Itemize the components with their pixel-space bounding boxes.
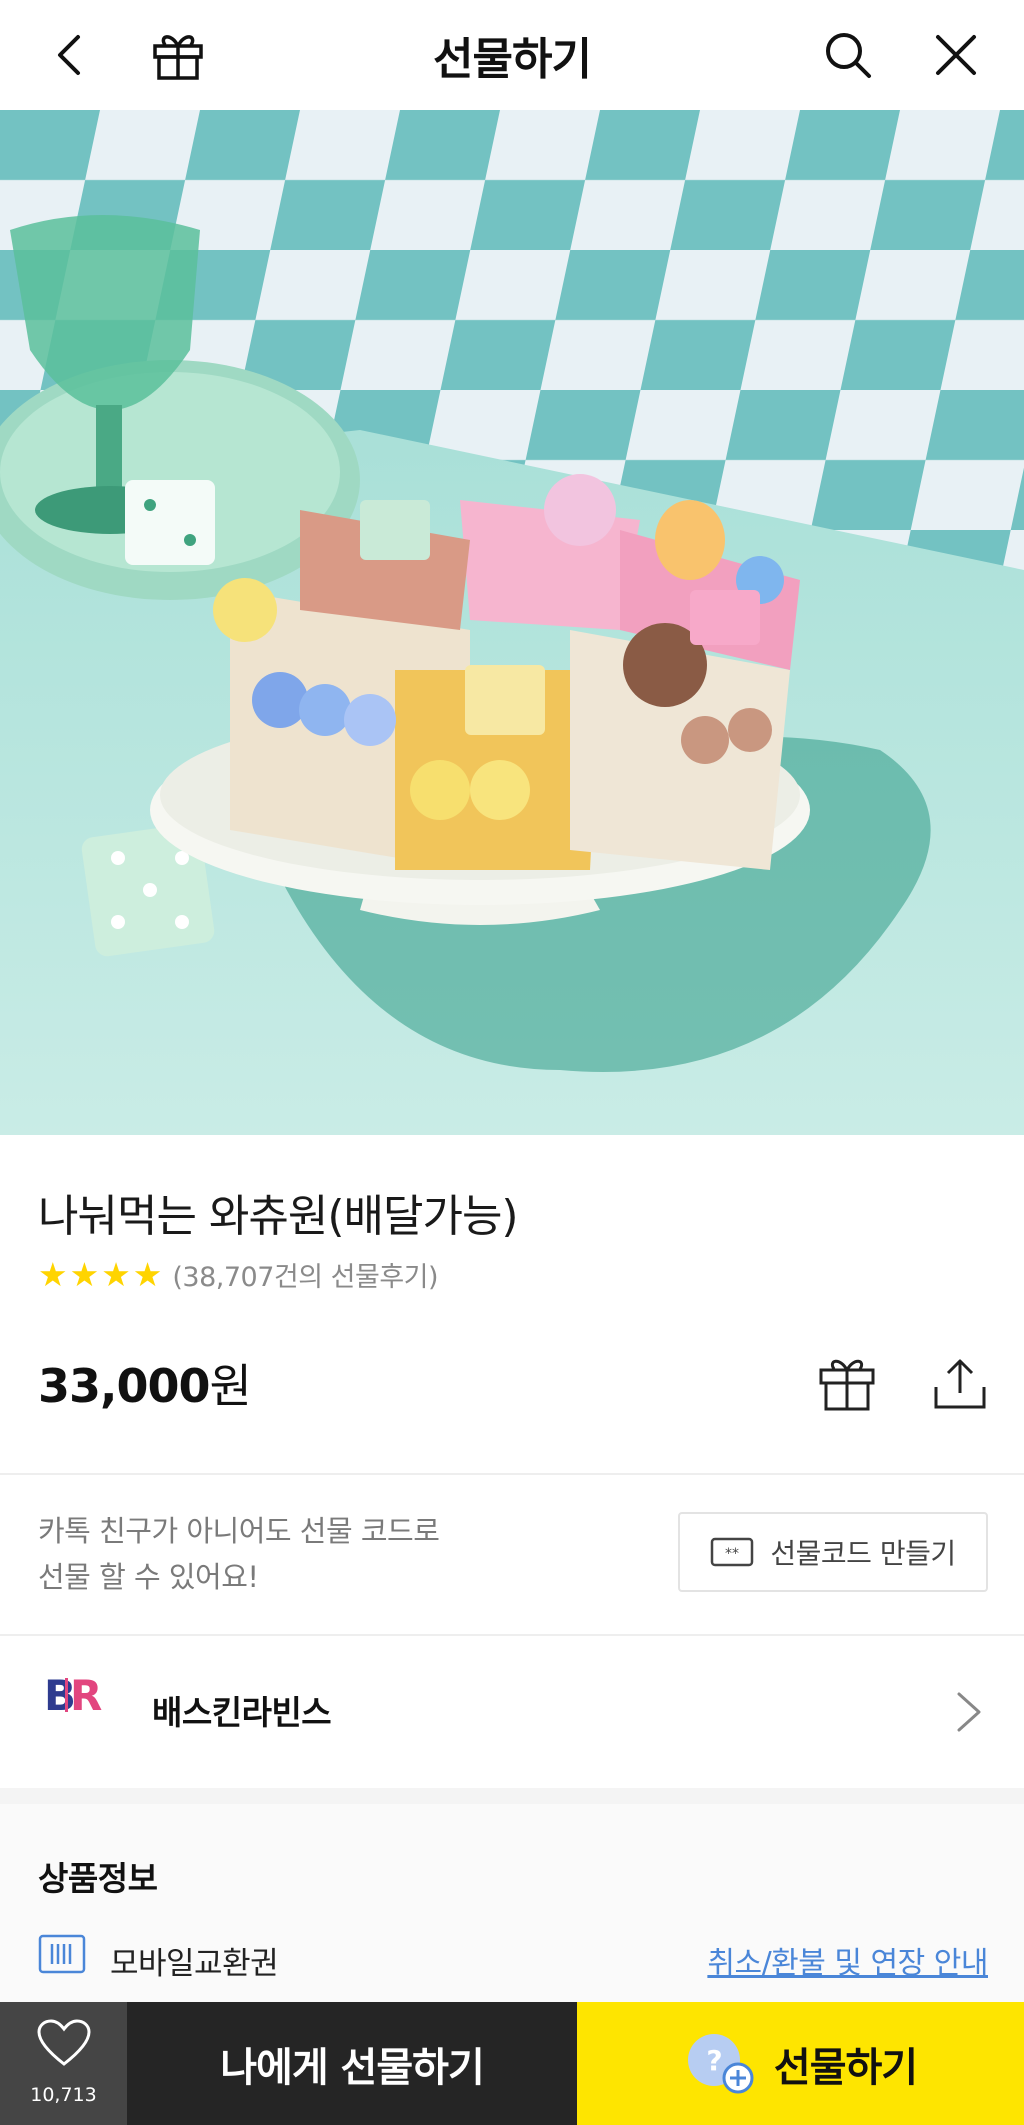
close-icon (936, 35, 976, 75)
bottom-action-bar: 10,713 나에게 선물하기 ? 선물하기 (0, 2002, 1024, 2125)
send-gift-button[interactable]: ? 선물하기 (577, 2002, 1024, 2125)
star-icon: ★ (69, 1255, 100, 1294)
gift-to-myself-button[interactable]: 나에게 선물하기 (127, 2002, 577, 2125)
product-price: 33,000원 (38, 1350, 252, 1416)
review-count: (38,707건의 선물후기) (172, 1262, 439, 1293)
brand-logo: B R (44, 1671, 106, 1750)
product-info-title: 상품정보 (38, 1859, 158, 1898)
section-separator (0, 1788, 1024, 1804)
brand-row[interactable]: B R 배스킨라빈스 (0, 1638, 1024, 1788)
wishlist-button[interactable]: 10,713 (0, 2002, 127, 2125)
svg-text:?: ? (706, 2044, 721, 2077)
ticket-code-icon: ** (711, 1537, 754, 1567)
top-app-bar: 선물하기 (0, 0, 1024, 110)
gift-code-description: 카톡 친구가 아니어도 선물 코드로 선물 할 수 있어요! (38, 1508, 440, 1600)
ice-cream-cake-illustration (0, 110, 1024, 1135)
gift-friend-icon: ? (687, 2033, 754, 2093)
search-icon (826, 33, 871, 78)
svg-text:**: ** (725, 1546, 739, 1562)
gift-to-myself-label: 나에게 선물하기 (220, 2044, 485, 2091)
wrap-gift-button[interactable] (812, 1348, 882, 1418)
price-value: 33,000 (38, 1359, 211, 1413)
star-icon: ★ (38, 1255, 68, 1294)
product-image[interactable] (0, 110, 1024, 1135)
refund-policy-link[interactable]: 취소/환불 및 연장 안내 (707, 1938, 988, 1982)
create-gift-code-button[interactable]: ** 선물코드 만들기 (678, 1512, 988, 1592)
brand-name: 배스킨라빈스 (152, 1693, 332, 1732)
share-icon (934, 1359, 986, 1409)
gift-code-description-line2: 선물 할 수 있어요! (38, 1560, 259, 1594)
price-unit: 원 (209, 1359, 252, 1413)
create-gift-code-label: 선물코드 만들기 (770, 1537, 956, 1570)
gift-icon (819, 1359, 875, 1411)
svg-text:R: R (70, 1671, 102, 1720)
voucher-icon (38, 1934, 86, 1974)
heart-icon (37, 2019, 91, 2066)
rating[interactable]: ★ ★ ★ ★ (38,707건의 선물후기) (38, 1255, 439, 1294)
divider (0, 1634, 1024, 1636)
search-button[interactable] (808, 15, 888, 95)
send-gift-label: 선물하기 (773, 2044, 918, 2091)
product-info-section: 상품정보 모바일교환권 취소/환불 및 연장 안내 (0, 1804, 1024, 2002)
chevron-right-icon (957, 1692, 981, 1732)
wishlist-count: 10,713 (30, 2084, 97, 2106)
product-type: 모바일교환권 (110, 1946, 279, 1982)
product-name: 나눠먹는 와츄원(배달가능) (38, 1191, 519, 1242)
star-icon: ★ (101, 1255, 131, 1294)
star-icon: ★ (132, 1255, 163, 1294)
divider (0, 1473, 1024, 1475)
close-button[interactable] (916, 15, 996, 95)
share-button[interactable] (925, 1348, 995, 1418)
gift-code-description-line1: 카톡 친구가 아니어도 선물 코드로 (38, 1514, 440, 1548)
